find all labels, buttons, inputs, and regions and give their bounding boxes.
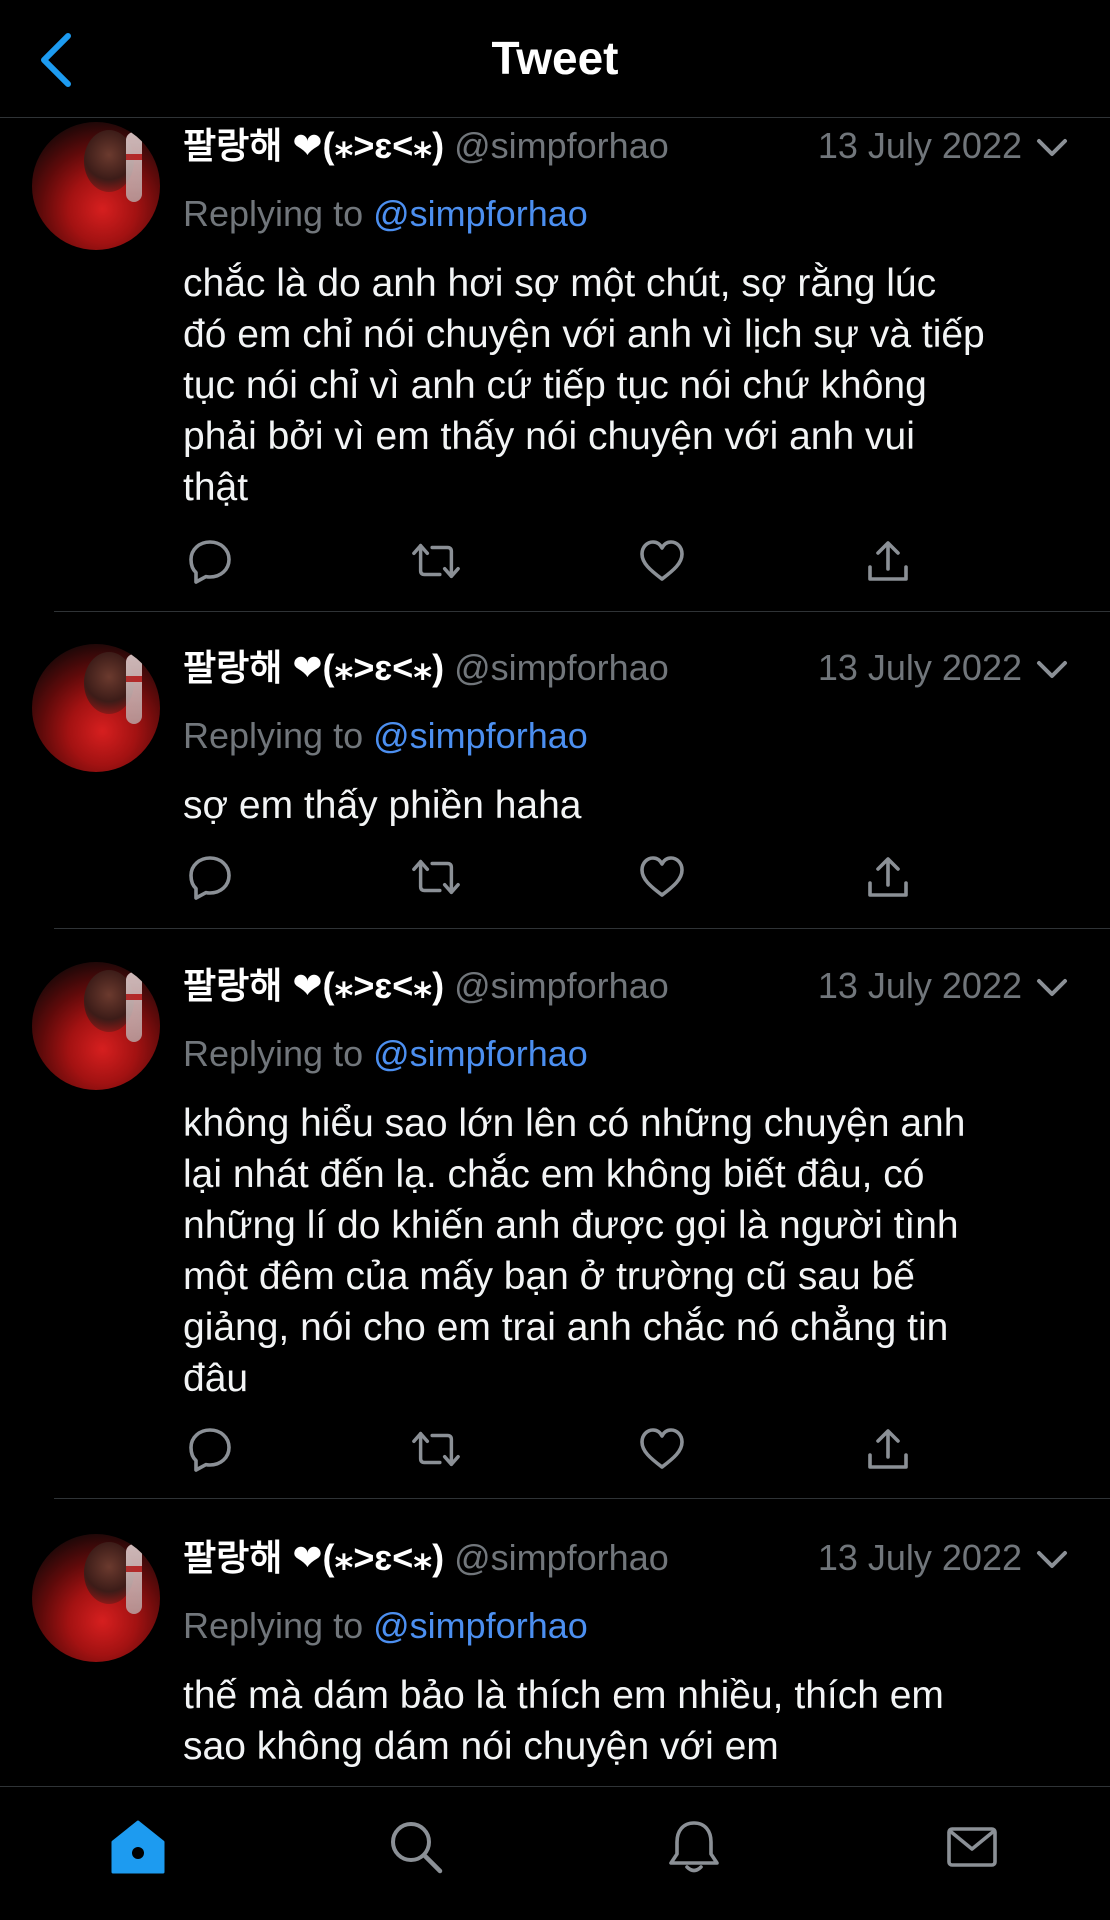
tab-home[interactable]: [106, 1815, 170, 1879]
chevron-down-icon[interactable]: [1034, 1542, 1070, 1578]
tweet-divider: [54, 611, 1110, 612]
retweet-icon: [412, 1431, 460, 1467]
like-button[interactable]: [637, 1424, 687, 1474]
like-button[interactable]: [637, 536, 687, 586]
tweet-actions: [183, 1424, 943, 1474]
tweet-4[interactable]: 팔랑해 ❤(⁎˃ɛ˂⁎) @simpforhao 13 July 2022 Rep…: [0, 1530, 1110, 1786]
tweet-text: không hiểu sao lớn lên có những chuyện a…: [183, 1098, 1078, 1404]
retweet-button[interactable]: [411, 1424, 461, 1474]
notifications-icon: [669, 1821, 719, 1873]
tab-messages[interactable]: [940, 1815, 1004, 1879]
comment-icon: [189, 540, 231, 584]
replying-prefix: Replying to: [183, 1033, 364, 1074]
user-handle: @simpforhao: [454, 125, 669, 166]
comment-icon: [189, 856, 231, 900]
user-handle: @simpforhao: [454, 647, 669, 688]
tweet-text-line: đâu: [183, 1357, 249, 1400]
tweet-actions: [183, 852, 943, 902]
replying-link[interactable]: @simpforhao: [373, 193, 588, 234]
reply-button[interactable]: [185, 536, 235, 586]
tweet-date: 13 July 2022: [817, 125, 1022, 166]
tweet-text-line: tục nói chỉ vì anh cứ tiếp tục nói chứ k…: [183, 364, 927, 407]
page-title: Tweet: [491, 32, 619, 84]
replying-link[interactable]: @simpforhao: [373, 715, 588, 756]
tweet-text-line: phải bởi vì em thấy nói chuyện với anh v…: [183, 415, 915, 458]
bottom-tab-bar: [0, 1786, 1110, 1920]
home-icon: [111, 1820, 165, 1874]
heart-icon: [640, 540, 684, 581]
replying-link[interactable]: @simpforhao: [373, 1605, 588, 1646]
replying-prefix: Replying to: [183, 193, 364, 234]
tweet-3[interactable]: 팔랑해 ❤(⁎˃ɛ˂⁎) @simpforhao 13 July 2022 Rep…: [0, 958, 1110, 1498]
like-button[interactable]: [637, 852, 687, 902]
replying-to: Replying to @simpforhao: [183, 192, 588, 236]
tweet-text-line: thế mà dám bảo là thích em nhiều, thích …: [183, 1674, 944, 1717]
replying-prefix: Replying to: [183, 715, 364, 756]
chevron-down-icon[interactable]: [1034, 652, 1070, 688]
share-button[interactable]: [863, 536, 913, 586]
replying-prefix: Replying to: [183, 1605, 364, 1646]
tweet-date: 13 July 2022: [817, 965, 1022, 1006]
avatar[interactable]: [32, 1534, 160, 1662]
chevron-down-icon[interactable]: [1034, 130, 1070, 166]
comment-icon: [189, 1428, 231, 1472]
user-handle: @simpforhao: [454, 1537, 669, 1578]
tweet-text-line: sao không dám nói chuyện với em: [183, 1725, 779, 1768]
avatar[interactable]: [32, 122, 160, 250]
tweet-divider: [54, 1498, 1110, 1499]
tweet-actions: [183, 536, 943, 586]
tweet-text-line: thật: [183, 466, 249, 509]
share-button[interactable]: [863, 1424, 913, 1474]
heart-icon: [640, 1428, 684, 1469]
replying-link[interactable]: @simpforhao: [373, 1033, 588, 1074]
replying-to: Replying to @simpforhao: [183, 714, 588, 758]
tweet-text-line: một đêm của mấy bạn ở trường cũ sau bế: [183, 1255, 915, 1298]
top-bar: Tweet: [0, 0, 1110, 118]
messages-icon: [947, 1827, 997, 1867]
heart-icon: [640, 856, 684, 897]
replying-to: Replying to @simpforhao: [183, 1032, 588, 1076]
tweet-text-line: đó em chỉ nói chuyện với anh vì lịch sự …: [183, 313, 985, 356]
retweet-icon: [412, 543, 460, 579]
display-name: 팔랑해 ❤(⁎˃ɛ˂⁎): [183, 1537, 445, 1578]
tweet-1[interactable]: 팔랑해 ❤(⁎˃ɛ˂⁎) @simpforhao 13 July 2022 Rep…: [0, 118, 1110, 611]
display-name: 팔랑해 ❤(⁎˃ɛ˂⁎): [183, 647, 445, 688]
tweet-text: sợ em thấy phiền haha: [183, 780, 1078, 831]
retweet-button[interactable]: [411, 536, 461, 586]
display-name: 팔랑해 ❤(⁎˃ɛ˂⁎): [183, 125, 445, 166]
replying-to: Replying to @simpforhao: [183, 1604, 588, 1648]
tweet-text-line: chắc là do anh hơi sợ một chút, sợ rằng …: [183, 262, 937, 305]
avatar[interactable]: [32, 962, 160, 1090]
reply-button[interactable]: [185, 1424, 235, 1474]
tweet-text-line: sợ em thấy phiền haha: [183, 784, 582, 827]
chevron-down-icon[interactable]: [1034, 970, 1070, 1006]
tab-search[interactable]: [384, 1815, 448, 1879]
tweet-text-line: những lí do khiến anh được gọi là người …: [183, 1204, 959, 1247]
share-icon: [868, 857, 908, 897]
tweet-text-line: không hiểu sao lớn lên có những chuyện a…: [183, 1102, 966, 1145]
tweet-text: thế mà dám bảo là thích em nhiều, thích …: [183, 1670, 1078, 1772]
share-icon: [868, 1429, 908, 1469]
share-button[interactable]: [863, 852, 913, 902]
tweet-divider: [54, 928, 1110, 929]
user-handle: @simpforhao: [454, 965, 669, 1006]
tweet-text: chắc là do anh hơi sợ một chút, sợ rằng …: [183, 258, 1078, 513]
share-icon: [868, 541, 908, 581]
retweet-button[interactable]: [411, 852, 461, 902]
tweet-date: 13 July 2022: [817, 647, 1022, 688]
tweet-2[interactable]: 팔랑해 ❤(⁎˃ɛ˂⁎) @simpforhao 13 July 2022 Rep…: [0, 640, 1110, 930]
tweet-text-line: lại nhát đến lạ. chắc em không biết đâu,…: [183, 1153, 925, 1196]
search-icon: [391, 1822, 443, 1874]
tweet-text-line: giảng, nói cho em trai anh chắc nó chẳng…: [183, 1306, 949, 1349]
display-name: 팔랑해 ❤(⁎˃ɛ˂⁎): [183, 965, 445, 1006]
tweet-date: 13 July 2022: [817, 1537, 1022, 1578]
tab-notifications[interactable]: [662, 1815, 726, 1879]
avatar[interactable]: [32, 644, 160, 772]
retweet-icon: [412, 859, 460, 895]
reply-button[interactable]: [185, 852, 235, 902]
